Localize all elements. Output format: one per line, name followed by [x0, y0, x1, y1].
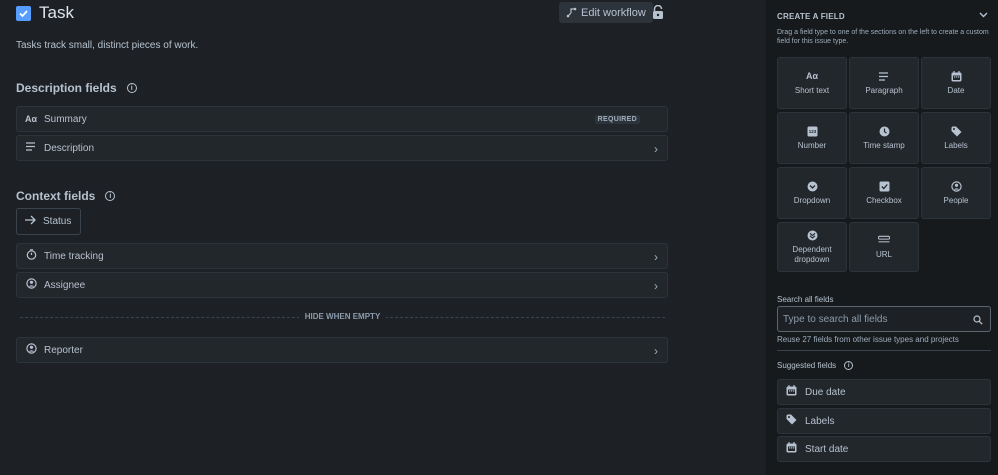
field-type-label: Date: [947, 86, 965, 95]
search-fields-input[interactable]: [783, 313, 963, 325]
reuse-fields-hint: Reuse 27 fields from other issue types a…: [777, 335, 959, 344]
task-checkbox-icon: [16, 5, 31, 21]
field-type-date[interactable]: Date: [921, 57, 991, 109]
chevron-down-icon[interactable]: [979, 10, 988, 21]
suggested-fields-heading: Suggested fields i: [777, 361, 854, 370]
field-row-description[interactable]: Description ›: [16, 135, 668, 161]
field-label: Summary: [44, 113, 87, 125]
required-badge: REQUIRED: [594, 115, 640, 124]
short-text-icon: Aα: [25, 114, 38, 124]
person-icon: [25, 343, 37, 357]
issue-type-layout: Task Edit workflow Tasks track small, di…: [0, 0, 766, 475]
divider: [777, 350, 991, 351]
field-type-label: People: [943, 196, 969, 205]
info-icon[interactable]: i: [844, 361, 854, 370]
person-icon: [25, 278, 37, 292]
status-label: Status: [43, 216, 72, 227]
field-type-label: Short text: [794, 86, 830, 95]
field-row-time-tracking[interactable]: Time tracking ›: [16, 243, 668, 269]
field-type-label: Labels: [944, 141, 968, 150]
calendar-icon: [950, 70, 962, 82]
suggested-fields-title: Suggested fields: [777, 361, 837, 370]
hide-when-empty-divider: HIDE WHEN EMPTY: [20, 311, 665, 323]
lock-icon[interactable]: [651, 4, 665, 20]
number-icon: 123: [806, 125, 818, 137]
hide-when-empty-label: HIDE WHEN EMPTY: [298, 312, 387, 321]
field-type-people[interactable]: People: [921, 167, 991, 219]
svg-text:123: 123: [808, 129, 816, 134]
arrow-right-icon: [25, 215, 36, 228]
field-type-short-text[interactable]: Aα Short text: [777, 57, 847, 109]
suggested-field-labels[interactable]: Labels: [777, 408, 991, 434]
tag-icon: [950, 125, 962, 137]
person-icon: [950, 180, 962, 192]
search-icon: [973, 314, 983, 328]
workflow-icon: [566, 7, 577, 18]
link-icon: [878, 234, 890, 246]
field-type-label: Number: [797, 141, 827, 150]
paragraph-icon: [878, 70, 890, 82]
field-type-dropdown[interactable]: Dropdown: [777, 167, 847, 219]
suggested-field-label: Labels: [805, 415, 835, 427]
field-type-label: Time stamp: [863, 141, 905, 150]
tag-icon: [786, 414, 797, 428]
search-fields-label: Search all fields: [777, 295, 834, 304]
context-fields-title: Context fields: [16, 189, 96, 203]
paragraph-icon: [25, 142, 37, 154]
chevron-right-icon[interactable]: ›: [654, 279, 658, 293]
field-type-url[interactable]: URL: [849, 222, 919, 272]
chevron-right-icon[interactable]: ›: [654, 344, 658, 358]
description-fields-title: Description fields: [16, 81, 117, 95]
suggested-field-start-date[interactable]: Start date: [777, 436, 991, 462]
short-text-icon: Aα: [805, 71, 819, 81]
create-field-heading: CREATE A FIELD: [777, 12, 845, 21]
field-type-checkbox[interactable]: Checkbox: [849, 167, 919, 219]
chevron-right-icon[interactable]: ›: [654, 142, 658, 156]
dependent-dropdown-icon: [806, 229, 818, 241]
field-label: Assignee: [44, 279, 86, 291]
field-label: Reporter: [44, 344, 83, 356]
field-type-labels[interactable]: Labels: [921, 112, 991, 164]
edit-workflow-button[interactable]: Edit workflow: [559, 2, 653, 23]
info-icon[interactable]: i: [126, 83, 137, 93]
chevron-right-icon[interactable]: ›: [654, 250, 658, 264]
create-field-description: Drag a field type to one of the sections…: [777, 29, 989, 45]
field-label: Description: [44, 142, 95, 154]
field-type-paragraph[interactable]: Paragraph: [849, 57, 919, 109]
field-type-time-stamp[interactable]: Time stamp: [849, 112, 919, 164]
checkbox-icon: [878, 180, 890, 192]
suggested-field-label: Due date: [805, 386, 846, 398]
create-field-sidebar: CREATE A FIELD Drag a field type to one …: [766, 0, 998, 475]
stopwatch-icon: [25, 249, 37, 263]
field-type-dependent-dropdown[interactable]: Dependent dropdown: [777, 222, 847, 272]
dropdown-icon: [806, 180, 818, 192]
field-label: Time tracking: [44, 250, 104, 262]
calendar-icon: [786, 442, 797, 456]
issue-type-description: Tasks track small, distinct pieces of wo…: [16, 40, 199, 51]
field-type-label: Dropdown: [793, 196, 831, 205]
context-fields-heading: Context fields i: [16, 189, 116, 203]
suggested-field-due-date[interactable]: Due date: [777, 379, 991, 405]
field-type-label: URL: [875, 250, 892, 259]
clock-icon: [878, 125, 890, 137]
field-row-reporter[interactable]: Reporter ›: [16, 337, 668, 363]
info-icon[interactable]: i: [105, 191, 116, 201]
page-title: Task: [16, 3, 74, 23]
field-type-label: Dependent dropdown: [792, 245, 832, 264]
field-row-assignee[interactable]: Assignee ›: [16, 272, 668, 298]
field-type-label: Checkbox: [866, 196, 902, 205]
status-field[interactable]: Status: [16, 208, 81, 235]
description-fields-heading: Description fields i: [16, 81, 137, 95]
search-fields-box: [777, 306, 991, 332]
issue-type-title: Task: [39, 3, 74, 22]
field-type-number[interactable]: 123 Number: [777, 112, 847, 164]
suggested-field-label: Start date: [805, 443, 849, 455]
edit-workflow-label: Edit workflow: [581, 6, 646, 19]
field-type-label: Paragraph: [865, 86, 903, 95]
calendar-icon: [786, 385, 797, 399]
field-row-summary[interactable]: Aα Summary REQUIRED: [16, 106, 668, 132]
